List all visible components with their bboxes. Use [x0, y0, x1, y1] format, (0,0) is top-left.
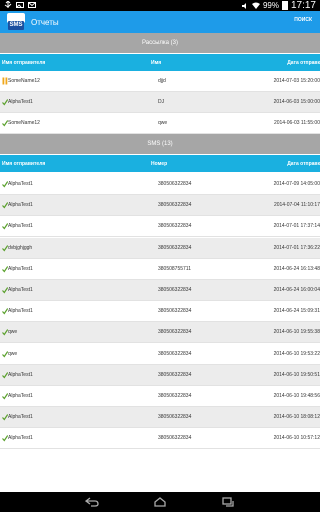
notification-icons [4, 1, 36, 9]
table-row[interactable]: dvbjghjggh 380506322834 2014-07-01 17:36:2… [0, 237, 320, 259]
table-row[interactable]: AlphaTest1 380506322834 2014-06-10 10:57:1… [0, 428, 320, 450]
sender-name: AlphaTest1 [8, 265, 33, 272]
table-row[interactable]: AlphaTest1 380506322834 2014-07-09 14:05:0… [0, 174, 320, 195]
battery-icon [281, 1, 288, 10]
section-header: SMS (13) [0, 134, 320, 154]
column-header: Дата отправк [287, 161, 320, 167]
battery-percent: 99% [262, 1, 279, 10]
recipient: 380508755711 [158, 265, 191, 272]
home-icon[interactable] [153, 497, 167, 507]
column-header: Дата отправк [287, 60, 320, 66]
table-row[interactable]: AlphaTest1 380506322834 2014-07-04 11:10:1… [0, 195, 320, 217]
recipient: 380506322834 [158, 329, 192, 336]
system-icons: 99% 17:17 [241, 0, 316, 11]
sender-name: AlphaTest1 [8, 308, 33, 315]
table-row[interactable]: AlphaTest1 DJ 2014-06-03 15:00:00 [0, 92, 320, 114]
sender-name: AlphaTest1 [8, 287, 33, 293]
table-row[interactable]: AlphaTest1 380506322834 2014-06-24 15:09:3… [0, 301, 320, 323]
table-row[interactable]: AlphaTest1 380506322834 2014-06-10 18:08:1… [0, 407, 320, 429]
sender-name: AlphaTest1 [8, 414, 33, 421]
column-header-row: Имя отправителя Номер Дата отправк [0, 155, 320, 172]
send-date: 2014-07-04 11:10:17 [273, 202, 320, 209]
sender-name: AlphaTest1 [8, 223, 33, 230]
send-date: 2014-06-24 16:13:48 [273, 265, 320, 272]
send-date: 2014-06-03 15:00:00 [273, 99, 320, 106]
recipient: 380506322834 [158, 202, 192, 209]
logo-text: SMS [8, 21, 24, 30]
recipient: 380506322834 [158, 414, 192, 421]
column-header-row: Имя отправителя Имя Дата отправк [0, 54, 320, 71]
recipient: qwe [158, 120, 168, 127]
recipient: 380506322834 [158, 350, 192, 357]
recipient: 380506322834 [158, 287, 192, 293]
send-date: 2014-06-10 19:53:22 [273, 350, 320, 357]
recipient: 380506322834 [158, 393, 192, 399]
send-date: 2014-07-03 15:20:00 [273, 78, 320, 84]
mute-icon [241, 2, 246, 9]
sender-name: AlphaTest1 [8, 99, 33, 106]
sender-name: AlphaTest1 [8, 202, 33, 209]
recipient: 380506322834 [158, 308, 192, 315]
status-bar: 99% 17:17 [0, 0, 320, 11]
send-date: 2014-06-10 18:08:12 [273, 414, 320, 421]
table-row[interactable]: AlphaTest1 380506322834 2014-06-10 19:48:5… [0, 386, 320, 407]
send-date: 2014-06-10 19:55:38 [273, 329, 320, 336]
app-logo-icon[interactable]: SMS [5, 13, 27, 31]
sender-name: AlphaTest1 [8, 435, 33, 442]
recipient: 380506322834 [158, 223, 192, 230]
table-row[interactable]: SomeName12 djjd 2014-07-03 15:20:00 [0, 71, 320, 92]
recipient: 380506322834 [158, 181, 192, 187]
column-header: Имя [151, 60, 162, 66]
usb-icon [4, 1, 12, 8]
recipient: djjd [158, 78, 166, 84]
send-date: 2014-06-10 19:48:56 [273, 393, 320, 399]
send-date: 2014-06-24 15:09:31 [273, 308, 320, 315]
recipient: 380506322834 [158, 435, 192, 442]
table-row[interactable]: qwe 380506322834 2014-06-10 19:55:38 [0, 322, 320, 344]
recipient: 380506322834 [158, 371, 192, 378]
table-row[interactable]: AlphaTest1 380508755711 2014-06-24 16:13:4… [0, 259, 320, 280]
sender-name: AlphaTest1 [8, 393, 33, 399]
image-icon [16, 2, 24, 8]
navigation-bar [0, 492, 320, 512]
back-icon[interactable] [85, 497, 99, 507]
wifi-icon [251, 2, 260, 9]
sender-name: qwe [8, 350, 18, 357]
section-header: Рассылка (3) [0, 33, 320, 53]
table-row[interactable]: AlphaTest1 380506322834 2014-06-24 16:00:0… [0, 280, 320, 301]
table-row[interactable]: AlphaTest1 380506322834 2014-06-10 19:50:5… [0, 364, 320, 386]
table-row[interactable]: qwe 380506322834 2014-06-10 19:53:22 [0, 344, 320, 365]
send-date: 2014-06-24 16:00:04 [273, 287, 320, 293]
send-date: 2014-07-01 17:36:22 [273, 244, 320, 251]
send-date: 2014-07-01 17:37:14 [273, 223, 320, 230]
search-button[interactable]: ПОИСК [294, 17, 312, 23]
send-date: 2014-06-10 19:50:51 [273, 371, 320, 378]
sender-name: AlphaTest1 [8, 371, 33, 378]
column-header: Имя отправителя [2, 60, 46, 66]
column-header: Номер [151, 161, 168, 167]
send-date: 2014-06-03 11:55:00 [273, 120, 320, 127]
sender-name: SomeName12 [8, 120, 40, 127]
recent-apps-icon[interactable] [221, 497, 235, 507]
clock: 17:17 [290, 0, 316, 11]
action-bar: SMS Отчеты ПОИСК [0, 11, 320, 33]
sender-name: dvbjghjggh [8, 244, 33, 251]
sender-name: AlphaTest1 [8, 181, 33, 187]
table-row[interactable]: SomeName12 qwe 2014-06-03 11:55:00 [0, 113, 320, 135]
send-date: 2014-07-09 14:05:00 [273, 181, 320, 187]
sender-name: SomeName12 [8, 78, 40, 84]
recipient: DJ [158, 99, 165, 106]
recipient: 380506322834 [158, 244, 192, 251]
column-header: Имя отправителя [2, 161, 46, 167]
table-row[interactable]: AlphaTest1 380506322834 2014-07-01 17:37:1… [0, 216, 320, 238]
page-title: Отчеты [31, 17, 59, 27]
mail-icon [28, 2, 36, 8]
send-date: 2014-06-10 10:57:12 [273, 435, 320, 442]
sender-name: qwe [8, 329, 18, 336]
